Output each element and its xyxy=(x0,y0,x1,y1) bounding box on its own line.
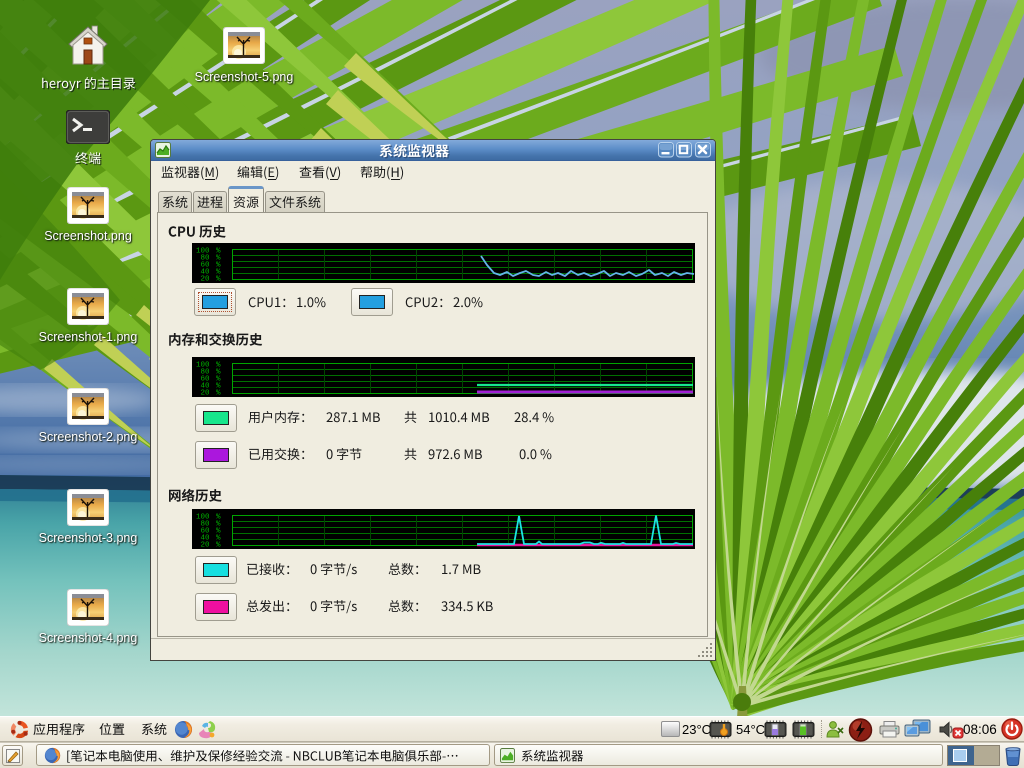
svg-text:%: % xyxy=(216,276,221,284)
svg-text:20: 20 xyxy=(201,542,211,550)
svg-text:%: % xyxy=(216,390,221,398)
svg-text:20: 20 xyxy=(201,390,211,398)
svg-text:20: 20 xyxy=(201,276,211,284)
svg-text:%: % xyxy=(216,542,221,550)
